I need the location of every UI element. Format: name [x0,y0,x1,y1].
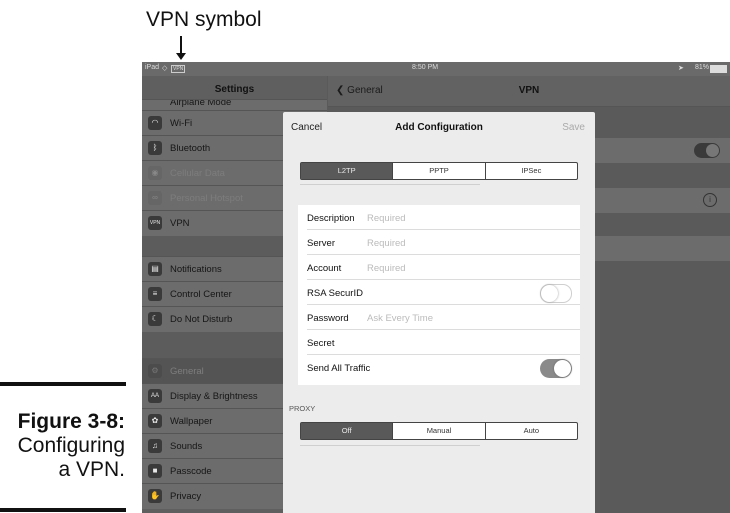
sidebar-item-label: Wallpaper [170,416,213,427]
detail-title: VPN [518,85,540,96]
password-row: Password Ask Every Time [298,305,580,330]
caption-rule-bottom [0,508,126,512]
sidebar-title: Settings [214,84,255,95]
gear-icon: ⚙ [148,364,162,378]
server-row: Server Required [298,230,580,255]
caption-rule-top [0,382,126,386]
caption-line-1: Configuring [17,434,125,457]
divider [300,184,480,185]
status-bar: iPad ◇ VPN 8:50 PM ➤ 81% [142,62,730,76]
sidebar-item-label: Bluetooth [170,143,211,154]
sidebar-item-label: VPN [170,218,190,229]
send-all-traffic-label: Send All Traffic [307,363,371,374]
figure-number: Figure 3-8: [17,410,125,433]
modal-title: Add Configuration [395,122,483,133]
rsa-securid-toggle[interactable] [540,284,572,303]
password-field[interactable]: Ask Every Time [367,313,433,324]
sounds-icon: ♫ [148,439,162,453]
description-row: Description Required [298,205,580,230]
segment-proxy-auto[interactable]: Auto [484,423,577,439]
detail-nav-bar: ❮ General VPN [328,76,730,107]
account-row: Account Required [298,255,580,280]
vpn-status-icon: VPN [171,65,186,73]
sidebar-item-label: Display & Brightness [170,391,258,402]
lock-icon: ■ [148,464,162,478]
location-icon: ➤ [678,65,684,72]
battery-percent: 81% [695,64,710,71]
account-field[interactable]: Required [367,263,406,274]
sidebar-item-label: Notifications [170,264,222,275]
password-label: Password [307,313,349,324]
wifi-icon: ◠ [148,116,162,130]
server-field[interactable]: Required [367,238,406,249]
proxy-segmented-control: Off Manual Auto [300,422,578,440]
vpn-icon: VPN [148,216,162,230]
rsa-securid-label: RSA SecurID [307,288,363,299]
segment-pptp[interactable]: PPTP [392,163,484,179]
hotspot-icon: ∞ [148,191,162,205]
hand-icon: ✋ [148,489,162,503]
caption-line-2: a VPN. [58,458,125,481]
wallpaper-icon: ✿ [148,414,162,428]
figure-caption: Figure 3-8: Configuring a VPN. [18,410,125,482]
send-all-traffic-toggle[interactable] [540,359,572,378]
control-center-icon: ≡ [148,287,162,301]
save-button[interactable]: Save [562,122,585,133]
segment-l2tp[interactable]: L2TP [301,163,393,179]
wifi-icon: ◇ [162,65,168,72]
sidebar-item-label: Cellular Data [170,168,225,179]
vpn-symbol-callout: VPN symbol [146,8,262,31]
bluetooth-icon: ᛒ [148,141,162,155]
divider [300,445,480,446]
cellular-icon: ◉ [148,166,162,180]
sidebar-item-label: Privacy [170,491,202,502]
rsa-securid-row: RSA SecurID [298,280,580,305]
sidebar-item-label: Wi-Fi [170,118,193,129]
clock: 8:50 PM [412,64,439,71]
callout-arrow [176,36,186,60]
send-all-traffic-row: Send All Traffic [298,355,580,380]
segment-proxy-off[interactable]: Off [301,423,393,439]
sidebar-item-label: Control Center [170,289,232,300]
sidebar-item-label: General [170,366,204,377]
description-field[interactable]: Required [367,213,406,224]
server-label: Server [307,238,335,249]
vpn-config-form: Description Required Server Required Acc… [298,205,580,385]
vpn-status-toggle[interactable] [694,143,720,158]
device-label: iPad [145,64,160,71]
description-label: Description [307,213,355,224]
sidebar-item-label: Personal Hotspot [170,193,243,204]
info-icon[interactable]: i [703,193,717,207]
add-configuration-modal: Cancel Add Configuration Save L2TP PPTP … [283,112,595,513]
display-icon: AA [148,389,162,403]
moon-icon: ☾ [148,312,162,326]
sidebar-item-label: Do Not Disturb [170,314,233,325]
battery-icon [710,65,727,73]
account-label: Account [307,263,342,274]
sidebar-item-label: Passcode [170,466,212,477]
ipad-screen: iPad ◇ VPN 8:50 PM ➤ 81% Settings Airpla… [142,62,730,513]
sidebar-item-label: Airplane Mode [170,99,232,108]
secret-label: Secret [307,338,335,349]
notifications-icon: ▤ [148,262,162,276]
secret-row: Secret [298,330,580,355]
segment-ipsec[interactable]: IPSec [484,163,577,179]
vpn-type-segmented-control: L2TP PPTP IPSec [300,162,578,180]
segment-proxy-manual[interactable]: Manual [392,423,484,439]
proxy-section-label: PROXY [289,404,316,413]
sidebar-item-label: Sounds [170,441,203,452]
sidebar-item-airplane-mode[interactable]: Airplane Mode [142,99,327,110]
